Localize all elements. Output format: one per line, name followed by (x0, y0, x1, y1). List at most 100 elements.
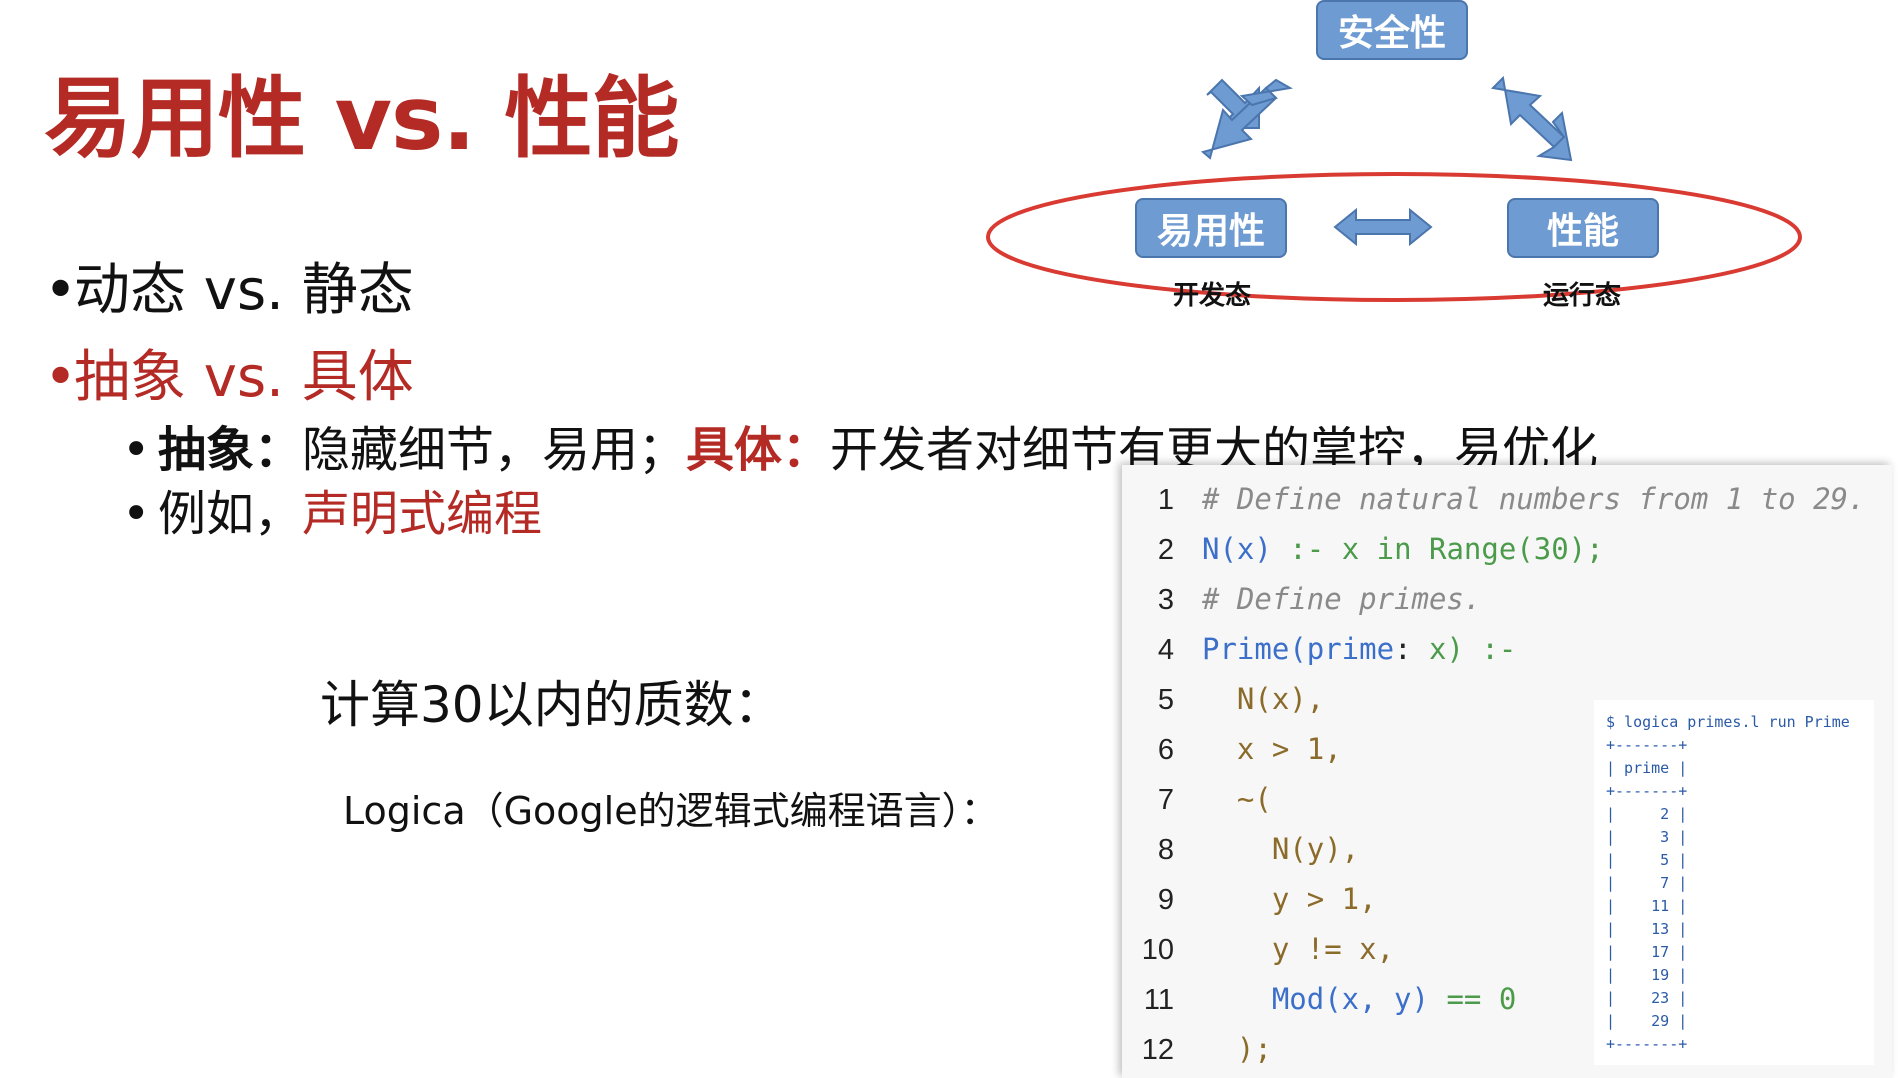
code-token: Prime(prime (1202, 632, 1395, 666)
declarative-programming-text: 声明式编程 (302, 486, 543, 542)
example-text: 例如， (158, 486, 303, 542)
code-token: N(x) (1202, 532, 1272, 566)
double-arrow-left-head (1239, 78, 1293, 107)
terminal-value: | 5 | (1606, 851, 1688, 869)
code-line: 6 x > 1, (1122, 724, 1342, 774)
code-line: 5 N(x), (1122, 674, 1324, 724)
code-line: 2 N(x) :- x in Range(30); (1122, 524, 1604, 574)
code-token: x (1428, 632, 1447, 666)
line-number: 12 (1141, 1034, 1174, 1066)
code-token: y > 1, (1202, 882, 1377, 916)
line-number: 3 (1157, 584, 1174, 616)
code-line: 9 y > 1, (1122, 874, 1377, 924)
code-line: 8 N(y), (1122, 824, 1359, 874)
code-text: Mod(x, y) == 0 (1202, 974, 1516, 1024)
terminal-command: $ logica primes.l run Prime (1606, 713, 1850, 731)
code-token: : (1394, 632, 1429, 666)
code-line: 3 # Define primes. (1122, 574, 1482, 624)
code-line: 7 ~( (1122, 774, 1272, 824)
line-number: 11 (1143, 984, 1174, 1016)
run-time-label: 运行态 (1543, 281, 1622, 311)
code-text: ); (1202, 1024, 1272, 1074)
code-token: in (1359, 532, 1429, 566)
line-number: 7 (1157, 784, 1174, 816)
line-number: 1 (1157, 484, 1174, 516)
terminal-value: | 7 | (1606, 874, 1688, 892)
line-number: 8 (1157, 834, 1174, 866)
dev-time-label: 开发态 (1173, 281, 1252, 311)
logica-label: Logica（Google的逻辑式编程语言）： (343, 789, 999, 833)
code-token: Range(30); (1429, 532, 1604, 566)
code-text: N(x) :- x in Range(30); (1202, 524, 1604, 574)
code-token: ) :- (1446, 632, 1517, 666)
code-text: Prime(prime: x) :- (1202, 624, 1516, 674)
abstract-text: 隐藏细节，易用； (302, 422, 687, 478)
code-token: x > 1, (1202, 732, 1342, 766)
bullet-dot: • (44, 345, 78, 410)
code-token: N(x), (1202, 682, 1325, 716)
code-line: 10 y != x, (1122, 924, 1394, 974)
code-text: N(y), (1202, 824, 1359, 874)
slide-title: 易用性 vs. 性能 (44, 67, 679, 170)
code-text: # Define primes. (1202, 574, 1481, 624)
terminal-value: | 19 | (1606, 966, 1688, 984)
terminal-value: | 11 | (1606, 897, 1688, 915)
concrete-lead: 具体： (686, 422, 831, 478)
terminal-value: | 13 | (1606, 920, 1688, 938)
code-token: x (1341, 532, 1360, 566)
code-token: # Define natural numbers from 1 to 29. (1202, 482, 1866, 516)
code-token: == 0 (1428, 982, 1517, 1016)
terminal-border: +-------+ (1606, 736, 1688, 754)
terminal-value: | 2 | (1606, 805, 1688, 823)
line-number: 5 (1157, 684, 1174, 716)
terminal-output: $ logica primes.l run Prime +-------+ | pr… (1594, 700, 1874, 1065)
usability-box: 易用性 (1135, 198, 1287, 258)
code-line: 4 Prime(prime: x) :- (1122, 624, 1516, 674)
sub-bullet-example: • 例如，声明式编程 (122, 474, 542, 544)
code-token: y != x, (1202, 932, 1395, 966)
tradeoff-diagram: 安全性 易用性 性能 开发态 运行态 (980, 0, 1880, 320)
terminal-value: | 3 | (1606, 828, 1688, 846)
line-number: 10 (1141, 934, 1174, 966)
terminal-border: +-------+ (1606, 782, 1688, 800)
line-number: 6 (1157, 734, 1174, 766)
bullet-text: 动态 vs. 静态 (74, 258, 414, 323)
bullet-text: 抽象 vs. 具体 (74, 345, 414, 410)
terminal-value: | 29 | (1606, 1012, 1688, 1030)
bullet-dot: • (122, 486, 151, 542)
abstract-lead: 抽象： (158, 422, 303, 478)
code-text: # Define natural numbers from 1 to 29. (1202, 474, 1865, 524)
double-arrow-horizontal (1333, 207, 1433, 247)
code-text: ~( (1202, 774, 1272, 824)
bullet-abstract-vs-concrete: •抽象 vs. 具体 (44, 332, 414, 413)
line-number: 2 (1157, 534, 1174, 566)
terminal-border: +-------+ (1606, 1035, 1688, 1053)
terminal-value: | 23 | (1606, 989, 1688, 1007)
line-number: 4 (1157, 634, 1174, 666)
code-token: N(y), (1202, 832, 1360, 866)
highlight-ellipse (986, 172, 1802, 302)
bullet-dot: • (122, 422, 151, 478)
performance-box: 性能 (1507, 198, 1659, 258)
terminal-value: | 17 | (1606, 943, 1688, 961)
code-token: :- (1271, 532, 1342, 566)
code-line: 12 ); (1122, 1024, 1272, 1074)
code-token: ); (1202, 1032, 1272, 1066)
code-line: 11 Mod(x, y) == 0 (1122, 974, 1516, 1024)
code-text: x > 1, (1202, 724, 1342, 774)
code-token: # Define primes. (1202, 582, 1482, 616)
bullet-dynamic-vs-static: •动态 vs. 静态 (44, 245, 414, 326)
slide: 易用性 vs. 性能 •动态 vs. 静态 •抽象 vs. 具体 • 抽象：隐藏细… (0, 0, 1898, 1078)
compute-primes-label: 计算30以内的质数： (320, 676, 784, 734)
terminal-header: | prime | (1606, 759, 1688, 777)
code-line: 1 # Define natural numbers from 1 to 29. (1122, 474, 1866, 524)
code-text: N(x), (1202, 674, 1324, 724)
code-token: ~( (1202, 782, 1272, 816)
double-arrow-right (1490, 75, 1566, 149)
code-text: y > 1, (1202, 874, 1377, 924)
code-token: Mod(x, y) (1202, 982, 1429, 1016)
code-text: y != x, (1202, 924, 1394, 974)
bullet-dot: • (44, 258, 78, 323)
security-box: 安全性 (1316, 0, 1468, 60)
line-number: 9 (1157, 884, 1174, 916)
